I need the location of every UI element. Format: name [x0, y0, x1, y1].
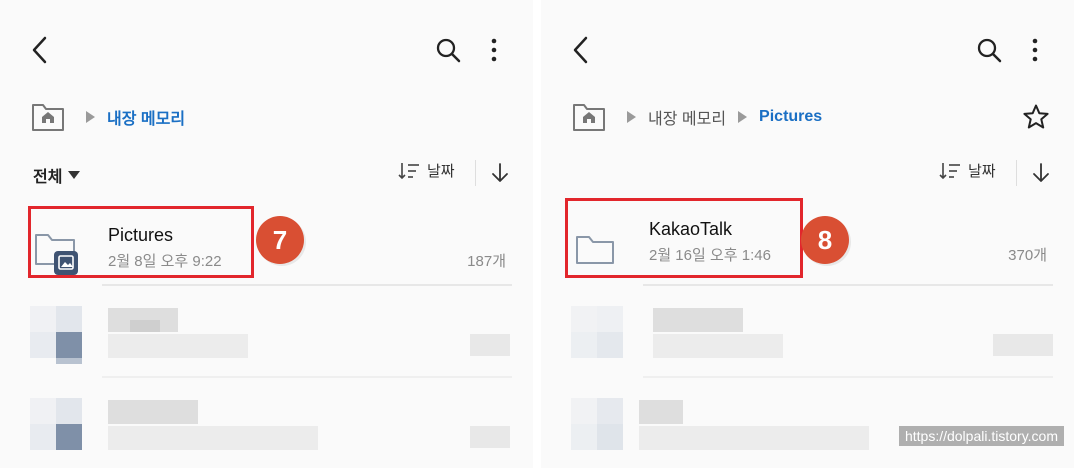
right-panel: 내장 메모리 Pictures 날짜 KakaoTalk 2월 16일 오후 1…	[541, 0, 1074, 468]
divider	[1016, 160, 1017, 186]
watermark: https://dolpali.tistory.com	[898, 426, 1064, 446]
breadcrumb-separator-icon	[627, 111, 636, 123]
home-storage-icon[interactable]	[30, 100, 66, 134]
search-icon	[977, 38, 1002, 63]
left-panel: 내장 메모리 전체 날짜 Pictures 2월 8일 오후 9:22 187개	[0, 0, 533, 468]
breadcrumb-internal-storage[interactable]: 내장 메모리	[107, 105, 185, 129]
breadcrumb-separator-icon	[738, 111, 748, 123]
folder-item-count: 187개	[467, 253, 506, 270]
row-divider	[643, 284, 1053, 286]
search-button[interactable]	[428, 32, 468, 68]
step-badge: 7	[256, 216, 304, 264]
favorite-button[interactable]	[1019, 100, 1053, 134]
breadcrumb-internal-storage[interactable]: 내장 메모리	[648, 105, 726, 129]
step-badge: 8	[801, 216, 849, 264]
sort-order-button[interactable]	[1027, 158, 1055, 188]
breadcrumb: 내장 메모리 Pictures	[625, 106, 822, 128]
sort-button[interactable]: 날짜	[398, 160, 455, 181]
search-button[interactable]	[969, 32, 1009, 68]
star-icon	[1023, 104, 1049, 129]
panel-divider	[533, 0, 541, 468]
arrow-down-icon	[492, 163, 508, 182]
folder-item-count: 370개	[1008, 247, 1047, 264]
highlight-box	[565, 198, 803, 278]
more-vert-icon	[491, 38, 497, 62]
breadcrumb-pictures[interactable]: Pictures	[759, 108, 822, 126]
back-arrow-icon	[32, 36, 47, 64]
dropdown-triangle-icon	[68, 171, 81, 179]
filter-dropdown[interactable]: 전체	[33, 163, 81, 187]
breadcrumb-separator-icon	[86, 111, 95, 123]
divider	[475, 160, 476, 186]
sort-label: 날짜	[968, 163, 996, 180]
row-divider	[643, 376, 1053, 378]
sort-order-button[interactable]	[486, 158, 514, 188]
row-divider	[102, 284, 512, 286]
arrow-down-icon	[1033, 163, 1049, 182]
home-storage-icon[interactable]	[571, 100, 607, 134]
sort-icon	[939, 162, 960, 179]
sort-button[interactable]: 날짜	[939, 160, 996, 181]
sort-label: 날짜	[427, 163, 455, 180]
search-icon	[436, 38, 461, 63]
breadcrumb: 내장 메모리	[84, 106, 185, 128]
more-options-button[interactable]	[1021, 32, 1049, 68]
back-arrow-icon	[573, 36, 588, 64]
sort-icon	[398, 162, 419, 179]
more-vert-icon	[1032, 38, 1038, 62]
filter-label: 전체	[33, 169, 63, 186]
more-options-button[interactable]	[480, 32, 508, 68]
row-divider	[102, 376, 512, 378]
back-button[interactable]	[22, 30, 58, 70]
highlight-box	[28, 206, 254, 278]
back-button[interactable]	[563, 30, 599, 70]
